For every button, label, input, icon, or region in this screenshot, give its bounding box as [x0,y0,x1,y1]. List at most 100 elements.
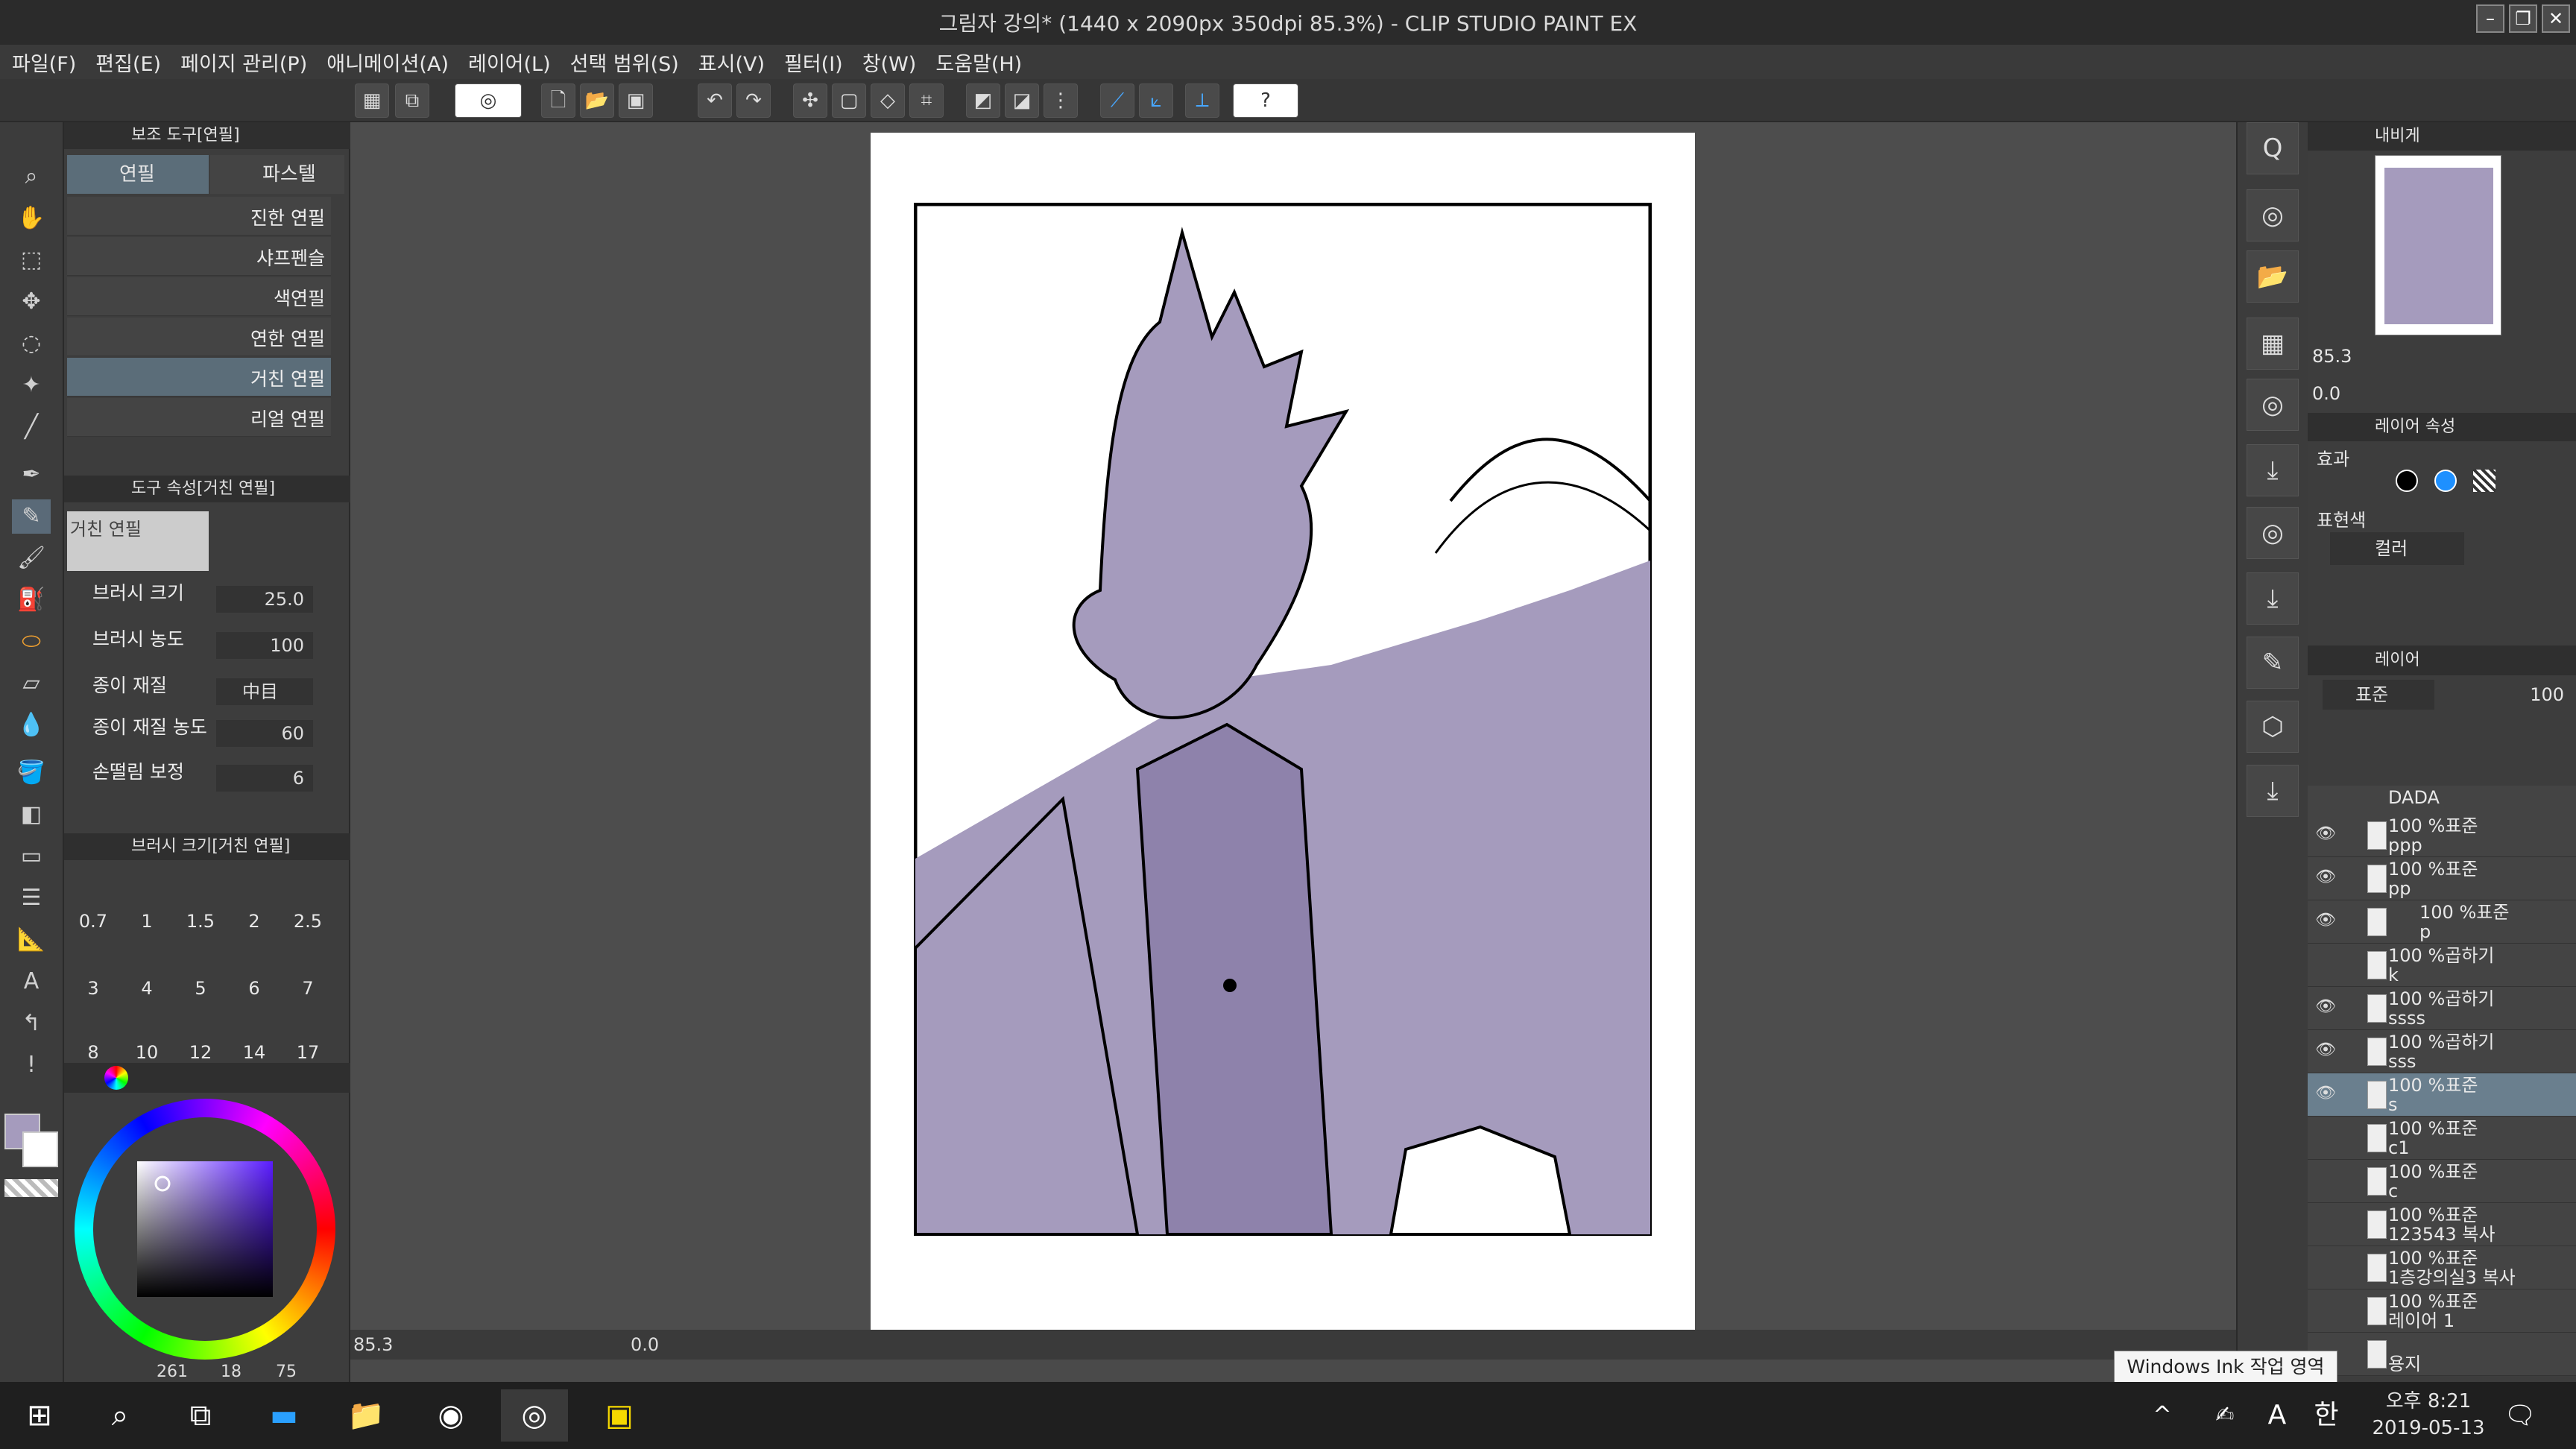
menu-file[interactable]: 파일(F) [12,48,76,77]
layer-row[interactable]: 100 %곱하기 k [2308,944,2576,987]
menu-window[interactable]: 창(W) [862,48,917,77]
frame-icon[interactable]: ⧉ [395,83,429,118]
size-preset[interactable]: 8 [67,1042,119,1058]
brush-item[interactable]: 진한 연필 [67,197,331,236]
app-icon[interactable]: ▬ [250,1389,318,1442]
color-wheel-tab-icon[interactable] [104,1066,128,1090]
angle-readout[interactable]: 0.0 [631,1334,659,1355]
layer-row[interactable]: 👁 100 %표준 pp [2308,857,2576,900]
open-file-icon[interactable]: 📂 [580,83,614,118]
layer-row[interactable]: 👁 100 %표준 p [2308,900,2576,944]
eye-icon[interactable]: 👁 [2315,868,2336,887]
grid-icon[interactable]: ▦ [355,83,389,118]
layer-move-tool-icon[interactable]: ⬚ [12,243,51,277]
size-preset[interactable]: 5 [174,978,227,999]
folder-icon[interactable]: 📂 [2247,250,2299,303]
eye-icon[interactable]: 👁 [2315,1041,2336,1060]
undo-icon[interactable]: ↶ [698,83,732,118]
lasso-tool-icon[interactable]: ◌ [12,326,51,361]
layout-icon[interactable]: ▦ [2247,318,2299,370]
size-preset[interactable]: 7 [282,978,334,999]
layer-row[interactable]: 100 %표준 c [2308,1160,2576,1203]
color-effect-icon[interactable] [2434,470,2457,492]
expression-color-select[interactable]: 컬러 [2330,532,2464,565]
menu-edit[interactable]: 편집(E) [95,48,161,77]
gradient-tool-icon[interactable]: ◧ [12,798,51,832]
size-preset[interactable]: 4 [121,978,173,999]
chrome-icon[interactable]: ◉ [417,1389,484,1442]
prop-value[interactable]: 6 [216,765,313,792]
eraser-tool-icon[interactable]: ▱ [12,666,51,701]
size-preset[interactable]: 17 [282,1042,334,1058]
eyedropper-icon[interactable]: ╱ [12,410,51,444]
cube-icon[interactable]: ⬡ [2247,701,2299,753]
layer-row[interactable]: 👁 100 %곱하기 sss [2308,1030,2576,1073]
crop-icon[interactable]: ⌗ [909,83,944,118]
pen-tool-icon[interactable]: ✒ [12,458,51,492]
prop-value[interactable]: 25.0 [216,586,313,613]
artwork-frame[interactable] [914,203,1652,1236]
hand-tool-icon[interactable]: ✋ [12,201,51,236]
opacity-value[interactable]: 100 [2501,680,2569,710]
size-preset[interactable]: 6 [228,978,280,999]
menu-filter[interactable]: 필터(I) [784,48,843,77]
size-preset[interactable]: 1 [121,911,173,932]
tab-pencil[interactable]: 연필 [67,155,209,194]
prop-value[interactable]: 中目 [216,678,313,705]
size-preset[interactable]: 10 [121,1042,173,1058]
size-preset[interactable]: 3 [67,978,119,999]
eraser-icon[interactable]: ◇ [871,83,905,118]
fill-icon[interactable]: ◩ [966,83,1000,118]
canvas-area[interactable] [350,122,2236,1346]
layer-panel-tab[interactable]: 레이어 [2308,645,2576,675]
prop-brush-size[interactable]: 브러시 크기 25.0 [64,578,347,620]
eye-icon[interactable]: 👁 [2315,997,2336,1017]
zoom-tool-icon[interactable]: ⌕ [12,160,51,194]
ruler2-icon[interactable]: ⟀ [1139,83,1173,118]
eye-icon[interactable]: 👁 [2315,1084,2336,1103]
brush-item[interactable]: 샤프펜슬 [67,237,331,276]
blend-mode-select[interactable]: 표준 [2323,680,2434,710]
material2-icon[interactable]: ◎ [2247,379,2299,431]
prop-paper-texture[interactable]: 종이 재질 中目 [64,671,347,713]
chevron-up-icon[interactable]: ^ [2129,1389,2196,1442]
task-view-icon[interactable]: ⧉ [167,1389,234,1442]
menu-help[interactable]: 도움말(H) [935,48,1022,77]
size-preset[interactable]: 0.7 [67,911,119,932]
ruler-tool-icon[interactable]: 📐 [12,923,51,957]
material3-icon[interactable]: ◎ [2247,507,2299,559]
layer-row[interactable]: 👁 100 %곱하기 ssss [2308,987,2576,1030]
file-explorer-icon[interactable]: 📁 [332,1389,400,1442]
maximize-button[interactable]: ❐ [2509,4,2537,33]
ruler-icon[interactable]: ⟋ [1100,83,1134,118]
border-effect-icon[interactable] [2396,470,2418,492]
save-icon[interactable]: ▣ [619,83,653,118]
tone-effect-icon[interactable] [2473,470,2496,492]
download-icon[interactable]: ⤓ [2247,444,2299,496]
eye-icon[interactable]: 👁 [2315,911,2336,930]
decoration-tool-icon[interactable]: ⬭ [12,625,51,659]
tone-icon[interactable]: ◪ [1005,83,1039,118]
layer-row[interactable]: 용지 [2308,1333,2576,1376]
menu-selection[interactable]: 선택 범위(S) [570,48,679,77]
pen-pressure-icon[interactable]: ⟂ [1185,83,1219,118]
layer-property-tab[interactable]: 레이어 속성 [2308,413,2576,441]
size-preset[interactable]: 12 [174,1042,227,1058]
size-preset[interactable]: 1.5 [174,911,227,932]
correct-line-tool-icon[interactable]: ! [12,1048,51,1082]
sub-color-swatch[interactable] [22,1131,58,1167]
material-icon[interactable]: ◎ [2247,189,2299,242]
eye-icon[interactable]: 👁 [2315,824,2336,844]
text-tool-icon[interactable]: A [12,965,51,999]
brush-tool-icon[interactable]: 🖌 [12,541,51,575]
menu-view[interactable]: 표시(V) [698,48,765,77]
layer-row[interactable]: 100 %표준 123543 복사 [2308,1203,2576,1246]
blend-tool-icon[interactable]: 💧 [12,708,51,742]
layer-row-selected[interactable]: 👁 100 %표준 s [2308,1073,2576,1117]
brush-item[interactable]: 연한 연필 [67,318,331,356]
prop-paper-density[interactable]: 종이 재질 농도 60 [64,713,347,754]
download3-icon[interactable]: ⤓ [2247,765,2299,817]
size-preset[interactable]: 14 [228,1042,280,1058]
size-preset[interactable]: 2 [228,911,280,932]
menu-page[interactable]: 페이지 관리(P) [180,48,307,77]
